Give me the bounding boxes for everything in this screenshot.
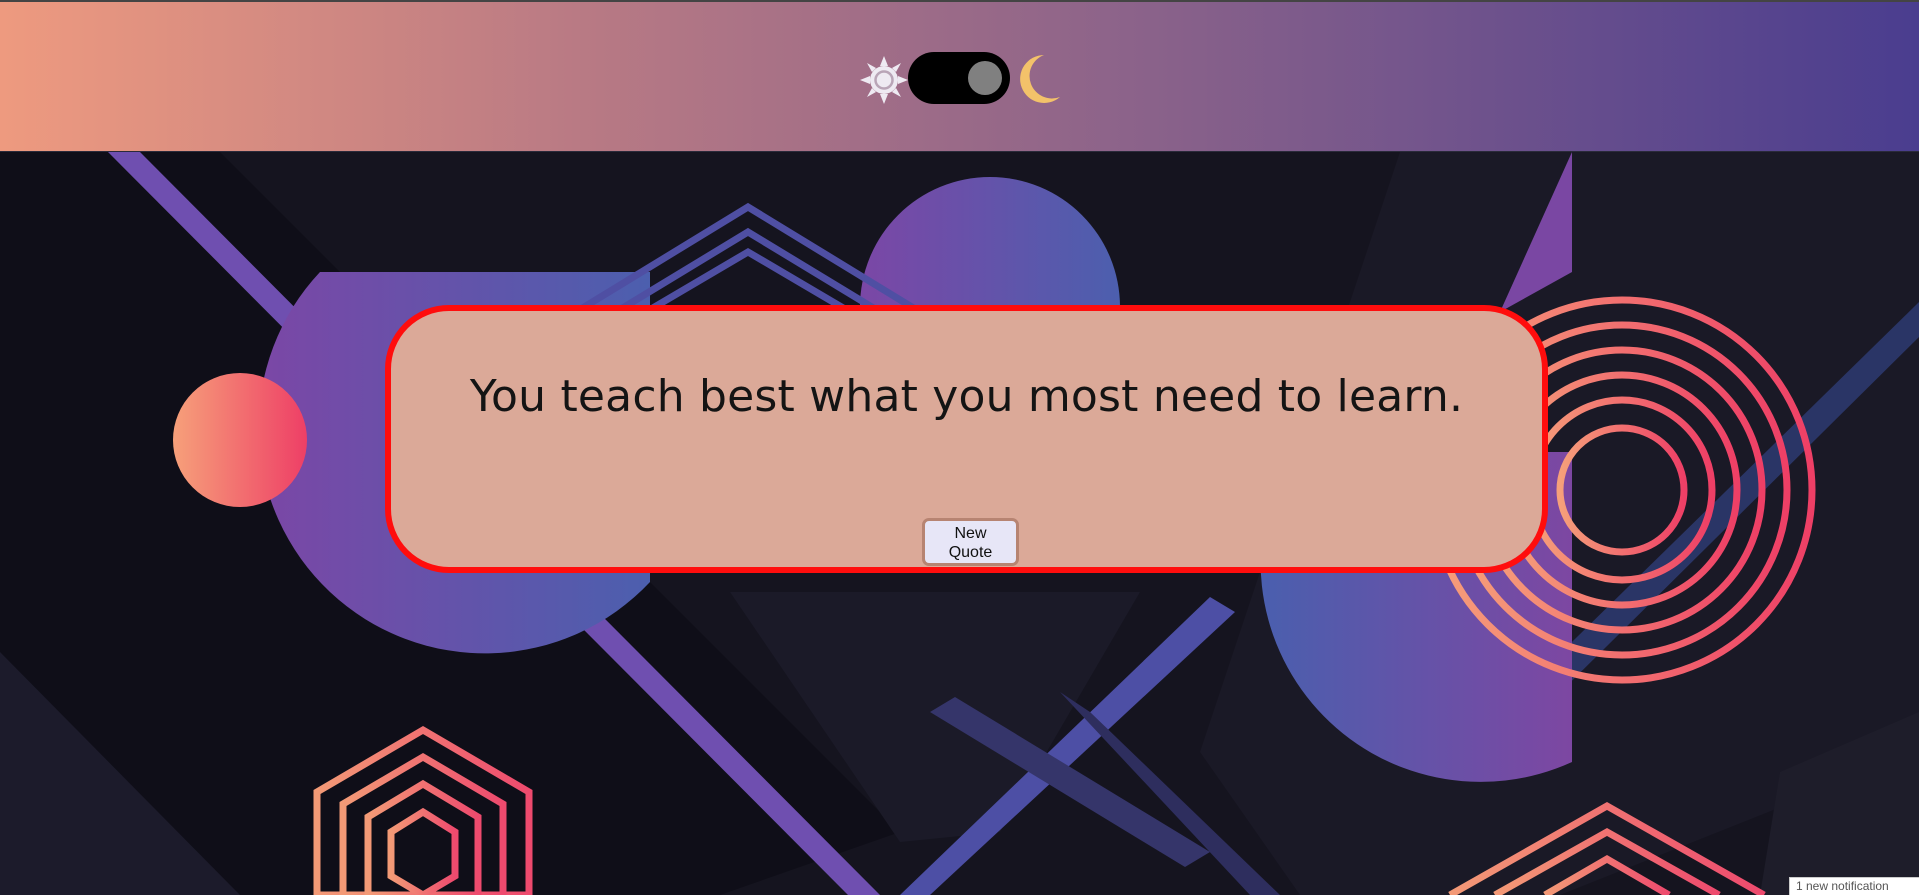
theme-toggle[interactable] bbox=[908, 52, 1010, 104]
quote-text: You teach best what you most need to lea… bbox=[469, 371, 1464, 422]
toggle-knob bbox=[968, 61, 1002, 95]
notification-indicator[interactable]: 1 new notification bbox=[1789, 877, 1919, 895]
theme-switch[interactable] bbox=[858, 52, 1060, 106]
sun-icon bbox=[860, 56, 908, 104]
new-quote-button[interactable]: New Quote bbox=[922, 518, 1019, 566]
page: You teach best what you most need to lea… bbox=[0, 0, 1919, 895]
moon-icon bbox=[1020, 55, 1060, 103]
header-bar bbox=[0, 0, 1919, 152]
quote-card: You teach best what you most need to lea… bbox=[385, 305, 1548, 573]
